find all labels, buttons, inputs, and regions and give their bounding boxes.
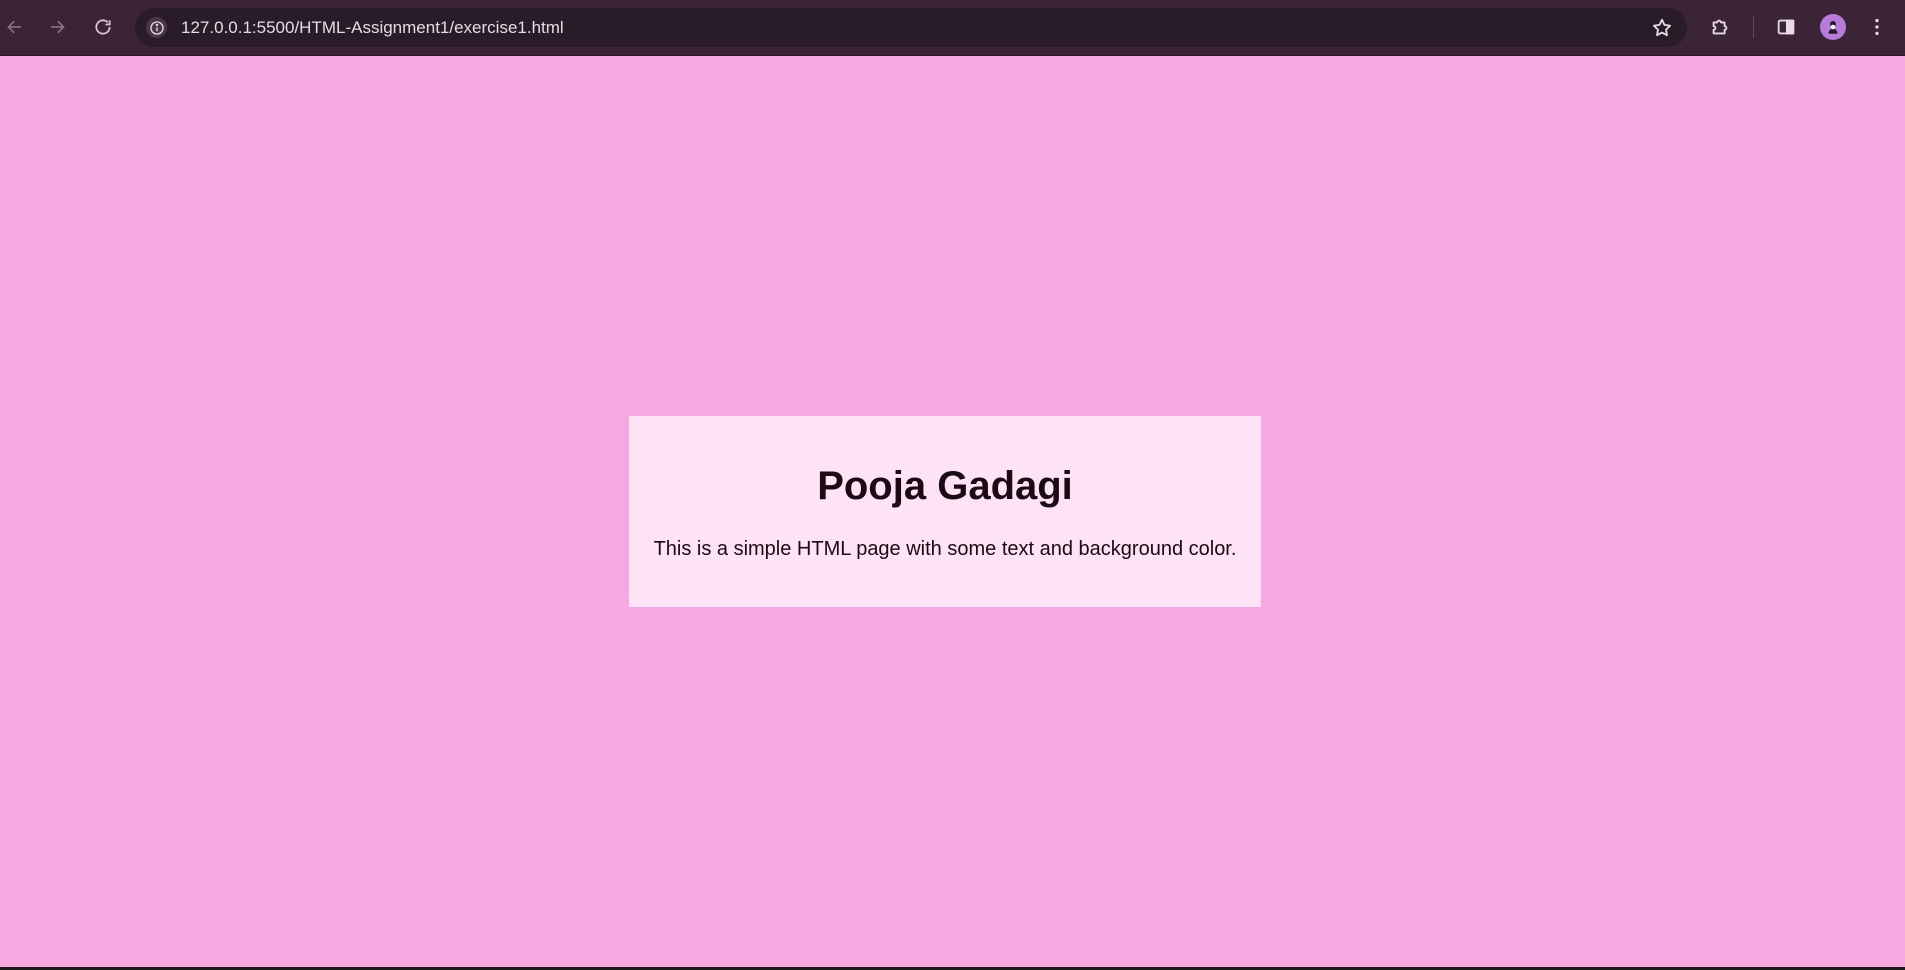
kebab-menu-icon (1875, 18, 1879, 36)
side-panel-icon (1777, 19, 1795, 35)
page-paragraph: This is a simple HTML page with some tex… (653, 538, 1237, 560)
star-icon (1653, 18, 1671, 37)
back-button[interactable] (0, 12, 30, 42)
puzzle-icon (1712, 19, 1728, 35)
back-arrow-icon (7, 20, 21, 34)
side-panel-button[interactable] (1772, 13, 1800, 41)
forward-button[interactable] (42, 12, 72, 42)
content-card: Pooja Gadagi This is a simple HTML page … (629, 416, 1261, 607)
profile-avatar[interactable] (1820, 14, 1846, 40)
browser-toolbar: 127.0.0.1:5500/HTML-Assignment1/exercise… (0, 0, 1905, 56)
info-icon (149, 20, 164, 35)
bookmark-button[interactable] (1651, 17, 1673, 39)
menu-button[interactable] (1863, 13, 1891, 41)
site-info-button[interactable] (146, 17, 167, 38)
avatar-icon (1828, 21, 1838, 34)
url-text[interactable]: 127.0.0.1:5500/HTML-Assignment1/exercise… (181, 8, 564, 47)
address-bar[interactable]: 127.0.0.1:5500/HTML-Assignment1/exercise… (135, 8, 1687, 47)
forward-arrow-icon (51, 20, 65, 34)
reload-icon (95, 19, 111, 35)
page-heading: Pooja Gadagi (817, 464, 1073, 508)
toolbar-divider (1753, 16, 1754, 38)
extensions-button[interactable] (1706, 13, 1734, 41)
reload-button[interactable] (88, 12, 118, 42)
